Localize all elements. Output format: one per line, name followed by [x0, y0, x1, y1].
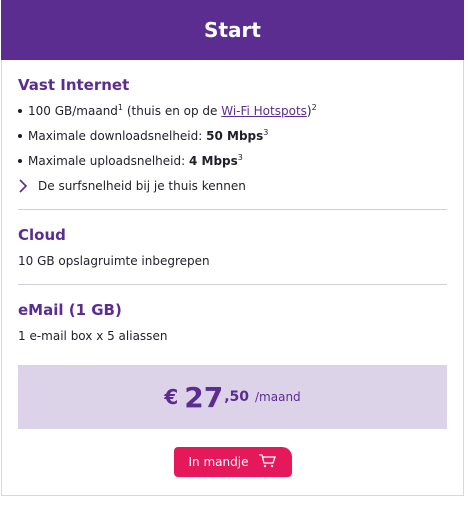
cloud-text: 10 GB opslagruimte inbegrepen — [18, 254, 210, 268]
cart-wrap: In mandje — [18, 447, 447, 477]
cloud-section: Cloud 10 GB opslagruimte inbegrepen — [18, 210, 447, 285]
email-title: eMail (1 GB) — [18, 301, 122, 319]
plan-title: Start — [204, 18, 261, 42]
wifi-hotspots-link[interactable]: Wi-Fi Hotspots — [221, 104, 307, 118]
bullet-upload-speed: Maximale uploadsnelheid: 4 Mbps3 — [18, 154, 447, 168]
data-volume-text: 100 GB/maand — [28, 104, 118, 118]
plan-card: Start Vast Internet 100 GB/maand1 (thuis… — [1, 0, 464, 496]
internet-section: Vast Internet 100 GB/maand1 (thuis en op… — [18, 60, 447, 210]
bullet-data-volume: 100 GB/maand1 (thuis en op de Wi-Fi Hots… — [18, 104, 447, 118]
internet-title: Vast Internet — [18, 76, 130, 94]
cloud-title: Cloud — [18, 226, 66, 244]
plan-header: Start — [1, 0, 464, 60]
data-volume-middle: (thuis en op de — [123, 104, 222, 118]
cart-icon — [258, 453, 277, 471]
plan-content: Vast Internet 100 GB/maand1 (thuis en op… — [2, 60, 463, 477]
footnote-3-upload: 3 — [237, 153, 243, 162]
price-box: € 27 ,50 /maand — [18, 365, 447, 429]
add-to-cart-label: In mandje — [188, 455, 249, 469]
speed-check-label: De surfsnelheid bij je thuis kennen — [38, 179, 246, 193]
chevron-right-icon — [18, 179, 32, 193]
price-decimal: ,50 — [224, 389, 250, 405]
bullet-download-speed: Maximale downloadsnelheid: 50 Mbps3 — [18, 129, 447, 143]
speed-check-link[interactable]: De surfsnelheid bij je thuis kennen — [18, 179, 447, 193]
upload-label: Maximale uploadsnelheid: — [28, 154, 189, 168]
price-unit: /maand — [255, 390, 301, 404]
add-to-cart-button[interactable]: In mandje — [173, 447, 292, 477]
price-currency: € — [164, 385, 179, 409]
email-section: eMail (1 GB) 1 e-mail box x 5 aliassen — [18, 285, 447, 359]
footnote-2: 2 — [311, 103, 317, 112]
upload-value: 4 Mbps — [188, 154, 238, 168]
download-value: 50 Mbps — [206, 129, 264, 143]
download-label: Maximale downloadsnelheid: — [28, 129, 207, 143]
email-text: 1 e-mail box x 5 aliassen — [18, 329, 168, 343]
footnote-3-download: 3 — [263, 128, 269, 137]
internet-bullets: 100 GB/maand1 (thuis en op de Wi-Fi Hots… — [18, 104, 447, 168]
price-integer: 27 — [184, 380, 224, 414]
